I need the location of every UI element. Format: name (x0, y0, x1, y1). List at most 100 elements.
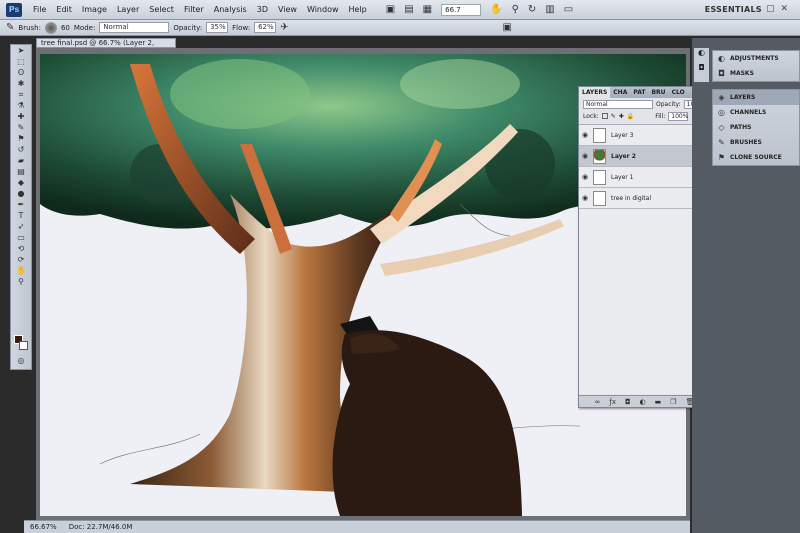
zoom-tool-icon[interactable]: ⚲ (11, 276, 31, 287)
layer-row[interactable]: ◉ Layer 3 (579, 125, 710, 146)
brush-size-value: 60 (60, 23, 70, 32)
window-controls[interactable]: –▢✕ (755, 4, 794, 14)
screen-mode-icon[interactable]: ▭ (564, 4, 573, 15)
adjustments-icon: ◐ (718, 54, 725, 63)
new-group-icon[interactable]: ▬ (655, 398, 662, 406)
eyedropper-tool-icon[interactable]: ⚗ (11, 100, 31, 111)
visibility-eye-icon[interactable]: ◉ (579, 194, 591, 202)
brush-tool-icon[interactable]: ✎ (11, 122, 31, 133)
document-tab[interactable]: tree final.psd @ 66.7% (Layer 2, RGB/8) … (36, 38, 176, 55)
background-color-swatch[interactable] (19, 341, 28, 350)
link-layers-icon[interactable]: ∞ (595, 398, 601, 406)
gradient-tool-icon[interactable]: ▤ (11, 166, 31, 177)
pen-tool-icon[interactable]: ✒ (11, 199, 31, 210)
quick-select-tool-icon[interactable]: ✱ (11, 78, 31, 89)
dock-layers[interactable]: ◈ LAYERS (713, 90, 799, 105)
tab-brushes[interactable]: BRU (648, 89, 668, 96)
healing-brush-tool-icon[interactable]: ✚ (11, 111, 31, 122)
opacity-field[interactable]: 35% (206, 22, 229, 33)
brush-panel-toggle-icon[interactable]: ▣ (502, 22, 511, 33)
lock-label: Lock: (583, 112, 599, 120)
dock-channels[interactable]: ◎ CHANNELS (713, 105, 799, 120)
bridge-icon[interactable]: ▣ (386, 4, 395, 15)
adjustments-icon[interactable]: ◐ (694, 48, 709, 57)
tools-panel: ➤ ⬚ ʘ ✱ ⌗ ⚗ ✚ ✎ ⚑ ↺ ▰ ▤ ◆ ● ✒ T ➶ ▭ ⟲ ⟳ … (10, 44, 32, 370)
eraser-tool-icon[interactable]: ▰ (11, 155, 31, 166)
dock-brushes[interactable]: ✎ BRUSHES (713, 135, 799, 150)
3d-orbit-tool-icon[interactable]: ⟳ (11, 254, 31, 265)
quick-mask-icon[interactable]: ◎ (11, 355, 31, 366)
menu-layer[interactable]: Layer (112, 5, 144, 14)
visibility-eye-icon[interactable]: ◉ (579, 152, 591, 160)
masks-icon: ◘ (718, 69, 725, 78)
flow-field[interactable]: 62% (254, 22, 277, 33)
view-extras-icon[interactable]: ▦ (423, 4, 432, 15)
menu-3d[interactable]: 3D (252, 5, 273, 14)
clone-stamp-tool-icon[interactable]: ⚑ (11, 133, 31, 144)
zoom-tool-icon[interactable]: ⚲ (512, 4, 519, 15)
menu-edit[interactable]: Edit (51, 5, 77, 14)
masks-icon[interactable]: ◘ (694, 63, 709, 72)
history-brush-tool-icon[interactable]: ↺ (11, 144, 31, 155)
workspace-switcher[interactable]: ESSENTIALS (705, 5, 762, 14)
layer-style-icon[interactable]: ƒx (609, 398, 616, 406)
shape-tool-icon[interactable]: ▭ (11, 232, 31, 243)
move-tool-icon[interactable]: ➤ (11, 45, 31, 56)
brush-tool-preset-icon[interactable]: ✎ (6, 22, 14, 33)
rotate-view-icon[interactable]: ↻ (528, 4, 536, 15)
tab-channels[interactable]: CHA (610, 89, 630, 96)
lock-all-icon[interactable]: 🔒 (627, 113, 634, 120)
layers-panel-tabs: LAYERS CHA PAT BRU CLO ≡ (579, 87, 710, 98)
new-layer-icon[interactable]: ❐ (670, 398, 676, 406)
hand-tool-icon[interactable]: ✋ (490, 4, 502, 15)
layer-row[interactable]: ◉ Layer 1 (579, 167, 710, 188)
blend-mode-select[interactable]: Normal (583, 99, 653, 109)
3d-rotate-tool-icon[interactable]: ⟲ (11, 243, 31, 254)
menu-help[interactable]: Help (344, 5, 372, 14)
lock-transparency-icon[interactable] (601, 113, 608, 119)
tab-clone-source[interactable]: CLO (669, 89, 688, 96)
dock-clone-source[interactable]: ⚑ CLONE SOURCE (713, 150, 799, 165)
menu-file[interactable]: File (28, 5, 51, 14)
photoshop-logo: Ps (6, 2, 22, 17)
tab-layers[interactable]: LAYERS (579, 87, 611, 98)
lasso-tool-icon[interactable]: ʘ (11, 67, 31, 78)
zoom-level-field[interactable]: 66.7 (441, 3, 482, 16)
adjustment-layer-icon[interactable]: ◐ (640, 398, 646, 406)
menu-view[interactable]: View (273, 5, 302, 14)
layer-row[interactable]: ◉ tree in digital (579, 188, 710, 209)
marquee-tool-icon[interactable]: ⬚ (11, 56, 31, 67)
crop-tool-icon[interactable]: ⌗ (11, 89, 31, 100)
add-mask-icon[interactable]: ◘ (625, 398, 631, 406)
status-zoom[interactable]: 66.67% (30, 523, 57, 531)
hand-tool-icon[interactable]: ✋ (11, 265, 31, 276)
dock-masks[interactable]: ◘ MASKS (713, 66, 799, 81)
menu-filter[interactable]: Filter (179, 5, 209, 14)
dock-adjustments[interactable]: ◐ ADJUSTMENTS (713, 51, 799, 66)
layer-row-selected[interactable]: ◉ Layer 2 (579, 146, 710, 167)
visibility-eye-icon[interactable]: ◉ (579, 173, 591, 181)
dock-channels-label: CHANNELS (730, 109, 767, 116)
type-tool-icon[interactable]: T (11, 210, 31, 221)
dodge-tool-icon[interactable]: ● (11, 188, 31, 199)
dock-clone-source-label: CLONE SOURCE (730, 154, 782, 161)
visibility-eye-icon[interactable]: ◉ (579, 131, 591, 139)
brush-preset-picker[interactable] (44, 21, 57, 34)
tab-paths[interactable]: PAT (630, 89, 648, 96)
fill-field[interactable]: 100% (668, 111, 688, 121)
airbrush-icon[interactable]: ✈ (280, 22, 288, 33)
mode-select[interactable]: Normal (99, 22, 170, 33)
menu-select[interactable]: Select (144, 5, 179, 14)
lock-pixels-icon[interactable]: ✎ (611, 113, 616, 120)
dock-icon-strip: ◐ ◘ (694, 48, 709, 82)
lock-position-icon[interactable]: ✚ (619, 113, 624, 120)
blur-tool-icon[interactable]: ◆ (11, 177, 31, 188)
menu-analysis[interactable]: Analysis (209, 5, 252, 14)
arrange-documents-icon[interactable]: ▥ (545, 4, 554, 15)
menu-window[interactable]: Window (302, 5, 344, 14)
menu-image[interactable]: Image (77, 5, 112, 14)
dock-paths[interactable]: ◇ PATHS (713, 120, 799, 135)
layer-name: Layer 2 (611, 152, 636, 160)
mini-bridge-icon[interactable]: ▤ (404, 4, 413, 15)
path-select-tool-icon[interactable]: ➶ (11, 221, 31, 232)
